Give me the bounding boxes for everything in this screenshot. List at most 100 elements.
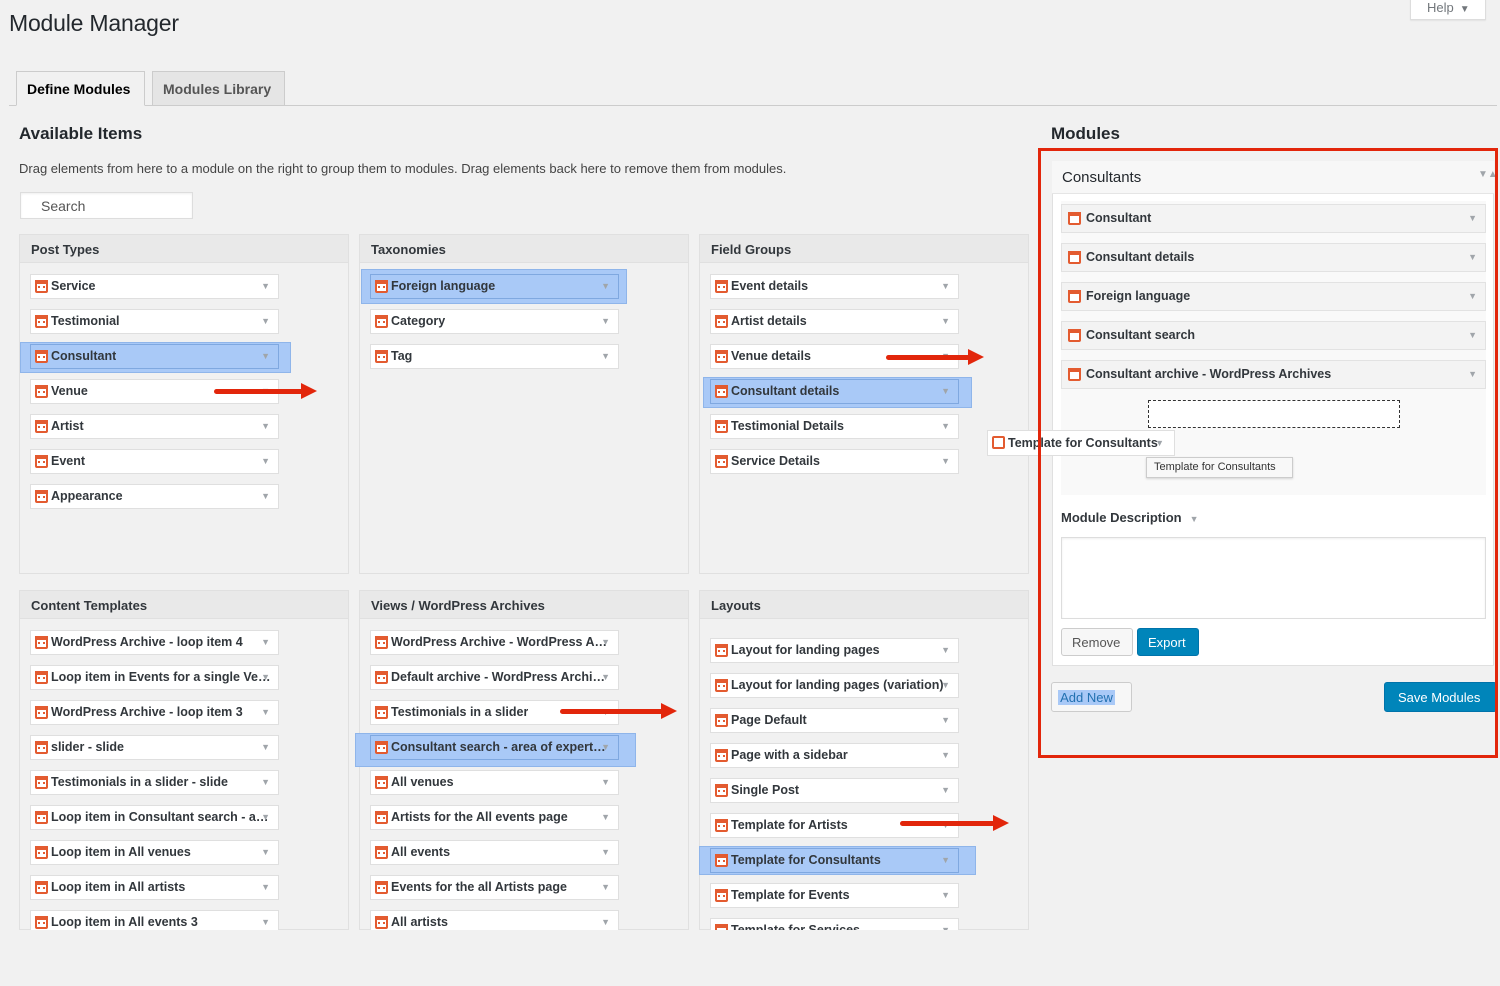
calendar-icon: [35, 385, 48, 398]
calendar-icon: [715, 784, 728, 797]
chevron-down-icon[interactable]: ▼: [261, 666, 270, 689]
tab-define-modules[interactable]: Define Modules: [16, 71, 145, 106]
chevron-down-icon[interactable]: ▼: [941, 380, 950, 403]
list-item[interactable]: Consultant search - area of expert… ▼: [370, 735, 619, 760]
list-item[interactable]: Testimonial Details ▼: [710, 414, 959, 439]
list-item[interactable]: All venues ▼: [370, 770, 619, 795]
chevron-down-icon[interactable]: ▼: [261, 450, 270, 473]
chevron-down-icon[interactable]: ▼: [601, 806, 610, 829]
list-item[interactable]: Events for the all Artists page ▼: [370, 875, 619, 900]
chevron-down-icon[interactable]: ▼: [601, 310, 610, 333]
search-input[interactable]: Search: [20, 192, 193, 219]
chevron-down-icon[interactable]: ▼: [941, 849, 950, 872]
chevron-down-icon[interactable]: ▼: [941, 639, 950, 662]
list-item[interactable]: Loop item in Consultant search - a… ▼: [30, 805, 279, 830]
list-item[interactable]: Consultant ▼: [30, 344, 279, 369]
list-item[interactable]: Loop item in All events 3 ▼: [30, 910, 279, 930]
chevron-down-icon[interactable]: ▼: [601, 736, 610, 759]
list-item[interactable]: Testimonials in a slider - slide ▼: [30, 770, 279, 795]
list-item[interactable]: Artist ▼: [30, 414, 279, 439]
list-item[interactable]: slider - slide ▼: [30, 735, 279, 760]
list-item[interactable]: All artists ▼: [370, 910, 619, 930]
tab-modules-library[interactable]: Modules Library: [152, 71, 285, 106]
calendar-icon: [35, 846, 48, 859]
list-item[interactable]: Service Details ▼: [710, 449, 959, 474]
chevron-down-icon[interactable]: ▼: [601, 911, 610, 930]
list-item[interactable]: Default archive - WordPress Archi… ▼: [370, 665, 619, 690]
list-item[interactable]: Page with a sidebar ▼: [710, 743, 959, 768]
chevron-down-icon[interactable]: ▼: [601, 771, 610, 794]
chevron-down-icon[interactable]: ▼: [261, 771, 270, 794]
list-item[interactable]: Service ▼: [30, 274, 279, 299]
list-item[interactable]: Loop item in All venues ▼: [30, 840, 279, 865]
chevron-down-icon[interactable]: ▼: [941, 744, 950, 767]
available-items-heading: Available Items: [19, 124, 143, 143]
chevron-down-icon[interactable]: ▼: [261, 911, 270, 930]
chevron-down-icon[interactable]: ▼: [601, 841, 610, 864]
list-item[interactable]: Loop item in All artists ▼: [30, 875, 279, 900]
list-item[interactable]: Event details ▼: [710, 274, 959, 299]
chevron-down-icon[interactable]: ▼: [941, 275, 950, 298]
calendar-icon: [715, 679, 728, 692]
chevron-down-icon[interactable]: ▼: [601, 631, 610, 654]
chevron-down-icon[interactable]: ▼: [261, 876, 270, 899]
list-item[interactable]: Template for Events ▼: [710, 883, 959, 908]
chevron-down-icon[interactable]: ▼: [601, 666, 610, 689]
list-item[interactable]: Template for Services ▼: [710, 918, 959, 930]
list-item[interactable]: Page Default ▼: [710, 708, 959, 733]
chevron-down-icon[interactable]: ▼: [941, 310, 950, 333]
chevron-down-icon[interactable]: ▼: [941, 779, 950, 802]
chevron-down-icon[interactable]: ▼: [941, 450, 950, 473]
list-item[interactable]: WordPress Archive - loop item 3 ▼: [30, 700, 279, 725]
calendar-icon: [375, 350, 388, 363]
list-item[interactable]: Appearance ▼: [30, 484, 279, 509]
chevron-down-icon[interactable]: ▼: [261, 415, 270, 438]
chevron-down-icon[interactable]: ▼: [261, 485, 270, 508]
calendar-icon: [35, 455, 48, 468]
list-item[interactable]: WordPress Archive - WordPress A… ▼: [370, 630, 619, 655]
chevron-down-icon[interactable]: ▼: [941, 674, 950, 697]
chevron-down-icon[interactable]: ▼: [601, 876, 610, 899]
available-items-description: Drag elements from here to a module on t…: [19, 161, 787, 176]
list-item[interactable]: Event ▼: [30, 449, 279, 474]
chevron-down-icon[interactable]: ▼: [261, 345, 270, 368]
list-item[interactable]: Artist details ▼: [710, 309, 959, 334]
chevron-down-icon[interactable]: ▼: [261, 275, 270, 298]
list-item[interactable]: Category ▼: [370, 309, 619, 334]
chevron-down-icon[interactable]: ▼: [941, 884, 950, 907]
chevron-down-icon[interactable]: ▼: [261, 736, 270, 759]
list-item[interactable]: Layout for landing pages ▼: [710, 638, 959, 663]
chevron-down-icon[interactable]: ▼: [941, 919, 950, 930]
list-item[interactable]: Layout for landing pages (variation) ▼: [710, 673, 959, 698]
list-item[interactable]: Foreign language ▼: [370, 274, 619, 299]
calendar-icon: [35, 636, 48, 649]
list-item[interactable]: Testimonial ▼: [30, 309, 279, 334]
panel-title: Layouts: [700, 591, 1028, 619]
chevron-down-icon[interactable]: ▼: [941, 415, 950, 438]
list-item[interactable]: Loop item in Events for a single Ve… ▼: [30, 665, 279, 690]
calendar-icon: [715, 420, 728, 433]
list-item[interactable]: WordPress Archive - loop item 4 ▼: [30, 630, 279, 655]
list-item[interactable]: Consultant details ▼: [710, 379, 959, 404]
annotation-arrow: [900, 815, 1009, 831]
chevron-down-icon[interactable]: ▼: [941, 709, 950, 732]
calendar-icon: [375, 881, 388, 894]
list-item[interactable]: Single Post ▼: [710, 778, 959, 803]
chevron-down-icon[interactable]: ▼: [261, 806, 270, 829]
chevron-down-icon[interactable]: ▼: [261, 310, 270, 333]
calendar-icon: [715, 749, 728, 762]
calendar-icon: [375, 636, 388, 649]
chevron-down-icon[interactable]: ▼: [261, 701, 270, 724]
list-item[interactable]: Template for Consultants ▼: [710, 848, 959, 873]
list-item[interactable]: Artists for the All events page ▼: [370, 805, 619, 830]
list-item[interactable]: Tag ▼: [370, 344, 619, 369]
chevron-down-icon[interactable]: ▼: [601, 345, 610, 368]
chevron-down-icon[interactable]: ▼: [261, 841, 270, 864]
chevron-down-icon[interactable]: ▼: [261, 631, 270, 654]
calendar-icon: [375, 811, 388, 824]
list-item[interactable]: All events ▼: [370, 840, 619, 865]
content-templates-list: WordPress Archive - loop item 4 ▼ Loop it…: [19, 620, 349, 930]
help-button[interactable]: Help ▼: [1410, 0, 1486, 20]
chevron-down-icon[interactable]: ▼: [601, 275, 610, 298]
panel-title: Taxonomies: [360, 235, 688, 263]
